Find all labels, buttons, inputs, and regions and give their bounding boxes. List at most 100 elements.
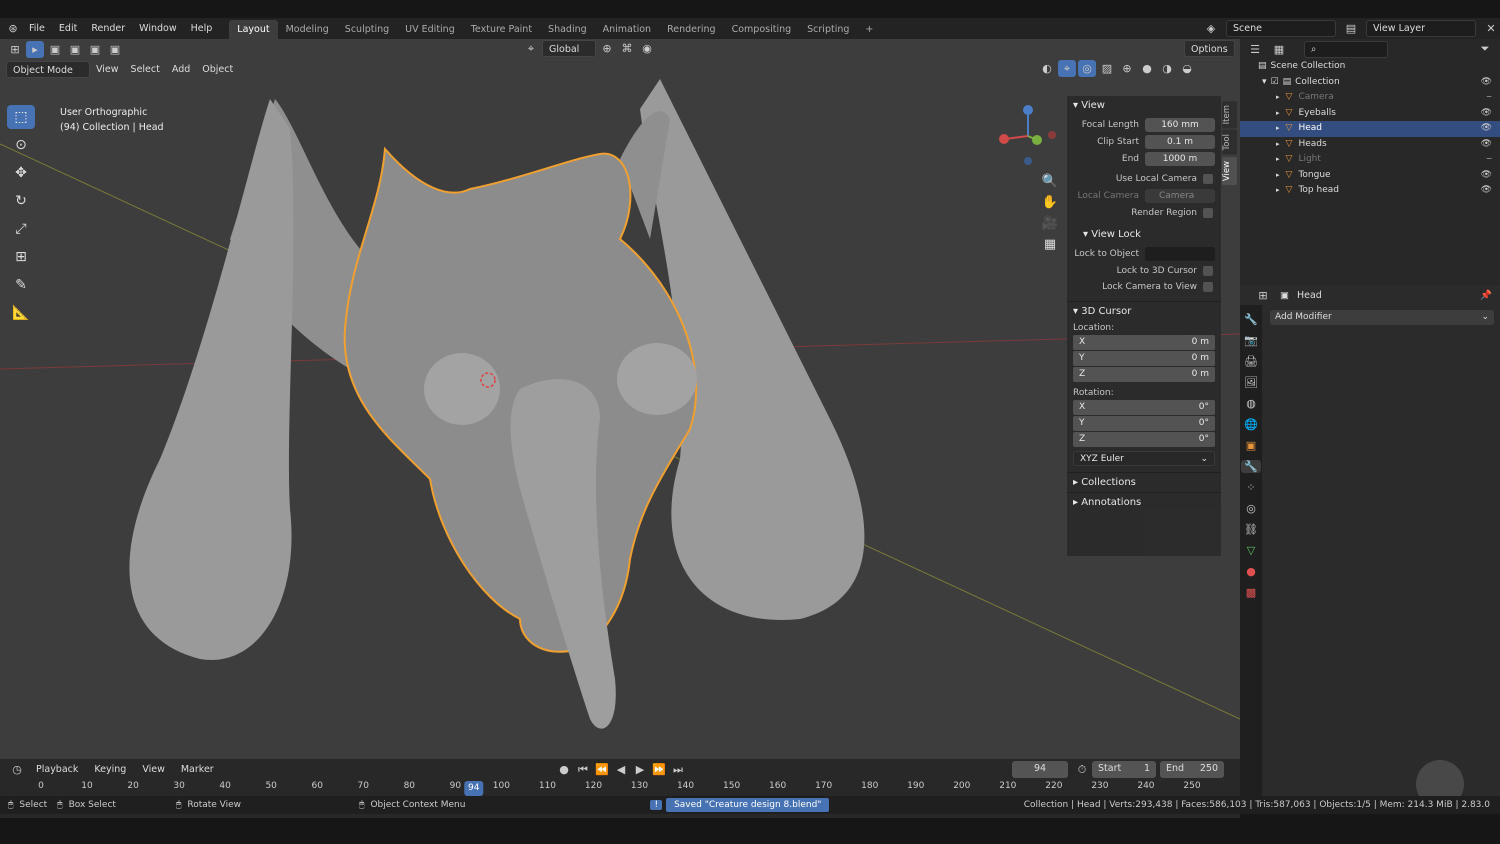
output-tab-icon[interactable]: 🖨 [1244,355,1258,368]
editor-type-icon[interactable]: ☰ [1246,41,1264,58]
select-subtract-icon[interactable]: ▣ [86,41,104,58]
play-icon[interactable]: ▶ [631,761,649,778]
render-region-checkbox[interactable] [1203,208,1213,218]
world-tab-icon[interactable]: 🌐 [1244,418,1258,431]
material-tab-icon[interactable]: ● [1246,565,1256,578]
start-frame-field[interactable]: Start 1 [1092,761,1156,778]
editor-type-icon[interactable]: ⊞ [1254,287,1272,304]
tab-tool[interactable]: Tool [1222,130,1237,155]
3d-viewport[interactable]: ⊞ ▸ ▣ ▣ ▣ ▣ ⌖ Global ⊕ ⌘ ◉ Options Objec… [0,39,1240,759]
add-workspace-icon[interactable]: + [857,20,881,39]
outliner-item[interactable]: ▸ ▽ Heads 👁 [1240,137,1500,153]
tool-tab-icon[interactable]: 🔧 [1244,313,1258,326]
rendered-shading-icon[interactable]: ◒ [1178,60,1196,77]
cursor-rot-x[interactable]: X 0° [1073,400,1215,415]
menu-help[interactable]: Help [184,18,220,39]
tab-sculpting[interactable]: Sculpting [337,20,397,39]
next-keyframe-icon[interactable]: ⏩ [650,761,668,778]
camera-view-icon[interactable]: 🎥 [1042,216,1058,231]
view-section-header[interactable]: ▾ View [1067,96,1221,116]
eye-icon[interactable]: 👁 [1481,106,1492,122]
close-icon[interactable]: ✕ [1482,20,1500,37]
eye-icon[interactable]: 👁 [1481,183,1492,199]
menu-window[interactable]: Window [132,18,183,39]
constraints-tab-icon[interactable]: ⛓ [1244,523,1258,536]
menu-playback[interactable]: Playback [30,761,84,778]
lock-to-cursor-checkbox[interactable] [1203,266,1213,276]
menu-view[interactable]: View [90,61,125,78]
scene-icon[interactable]: ◈ [1202,20,1220,37]
current-frame-marker[interactable]: 94 [464,781,484,796]
record-icon[interactable]: ● [555,761,573,778]
expand-arrow-icon[interactable]: ▸ [1276,106,1280,122]
end-frame-field[interactable]: End 250 [1160,761,1224,778]
tab-rendering[interactable]: Rendering [659,20,724,39]
scale-tool-icon[interactable]: ⤢ [7,217,35,241]
local-camera-field[interactable]: Camera [1145,189,1215,203]
menu-object[interactable]: Object [196,61,239,78]
menu-timeline-view[interactable]: View [136,761,171,778]
outliner-item[interactable]: ▸ ▽ Top head 👁 [1240,183,1500,199]
overlay-icon[interactable]: ◎ [1078,60,1096,77]
menu-marker[interactable]: Marker [175,761,220,778]
solid-shading-icon[interactable]: ● [1138,60,1156,77]
expand-arrow-icon[interactable]: ▸ [1276,90,1280,106]
select-new-icon[interactable]: ▣ [46,41,64,58]
render-tab-icon[interactable]: 📷 [1244,334,1258,347]
snap-icon[interactable]: ⌘ [618,40,636,57]
tab-shading[interactable]: Shading [540,20,595,39]
options-dropdown[interactable]: Options [1184,40,1235,57]
clock-icon[interactable]: ⏱ [1073,761,1091,778]
add-modifier-dropdown[interactable]: Add Modifier ⌄ [1270,310,1494,325]
expand-arrow-icon[interactable]: ▸ [1276,152,1280,168]
pivot-icon[interactable]: ⊕ [598,40,616,57]
pan-hand-icon[interactable]: ✋ [1042,195,1058,210]
tab-scripting[interactable]: Scripting [799,20,857,39]
scene-tab-icon[interactable]: ◍ [1246,397,1256,410]
pin-icon[interactable]: 📌 [1480,290,1492,301]
cursor-rot-z[interactable]: Z 0° [1073,432,1215,447]
data-tab-icon[interactable]: ▽ [1247,544,1255,557]
jump-end-icon[interactable]: ⏭ [669,761,687,778]
cursor-tool-icon[interactable]: ⊙ [7,133,35,157]
orientation-icon[interactable]: ⌖ [522,40,540,57]
view-layer-field[interactable]: View Layer [1366,20,1476,37]
tab-view[interactable]: View [1222,156,1237,186]
eye-icon[interactable]: 👁 [1481,75,1492,91]
annotations-section-header[interactable]: ▸ Annotations [1067,492,1221,512]
move-tool-icon[interactable]: ✥ [7,161,35,185]
object-tab-icon[interactable]: ▣ [1246,439,1256,452]
expand-arrow-icon[interactable]: ▸ [1276,121,1280,137]
scene-collection-row[interactable]: ▤ Scene Collection [1240,59,1500,75]
outliner-item[interactable]: ▸ ▽ Light ⌣ [1240,152,1500,168]
filter-icon[interactable]: ⏷ [1476,41,1494,58]
menu-file[interactable]: File [22,18,52,39]
eye-icon[interactable]: 👁 [1481,121,1492,137]
lock-camera-checkbox[interactable] [1203,282,1213,292]
cursor-section-header[interactable]: ▾ 3D Cursor [1067,301,1221,321]
expand-arrow-icon[interactable]: ▸ [1276,137,1280,153]
prev-keyframe-icon[interactable]: ⏪ [593,761,611,778]
clip-start-field[interactable]: 0.1 m [1145,135,1215,149]
jump-start-icon[interactable]: ⏮ [574,761,592,778]
outliner-item[interactable]: ▸ ▽ Eyeballs 👁 [1240,106,1500,122]
texture-tab-icon[interactable]: ▩ [1246,586,1256,599]
layers-icon[interactable]: ▤ [1342,20,1360,37]
rotate-tool-icon[interactable]: ↻ [7,189,35,213]
select-extend-icon[interactable]: ▣ [66,41,84,58]
current-frame-field[interactable]: 94 [1012,761,1068,778]
tab-layout[interactable]: Layout [229,20,278,39]
transform-tool-icon[interactable]: ⊞ [7,245,35,269]
xray-icon[interactable]: ▨ [1098,60,1116,77]
tab-uv-editing[interactable]: UV Editing [397,20,463,39]
grid-view-icon[interactable]: ▦ [1044,237,1056,252]
view-layer-tab-icon[interactable]: 🖼 [1244,376,1258,389]
outliner-item[interactable]: ▸ ▽ Camera ⌣ [1240,90,1500,106]
visibility-icon[interactable]: ◐ [1038,60,1056,77]
collection-row[interactable]: ▾ ☑ ▤ Collection 👁 [1240,75,1500,91]
editor-type-icon[interactable]: ⊞ [6,41,24,58]
menu-edit[interactable]: Edit [52,18,84,39]
expand-arrow-icon[interactable]: ▸ [1276,183,1280,199]
lock-to-object-field[interactable] [1145,247,1215,261]
cursor-loc-z[interactable]: Z 0 m [1073,367,1215,382]
